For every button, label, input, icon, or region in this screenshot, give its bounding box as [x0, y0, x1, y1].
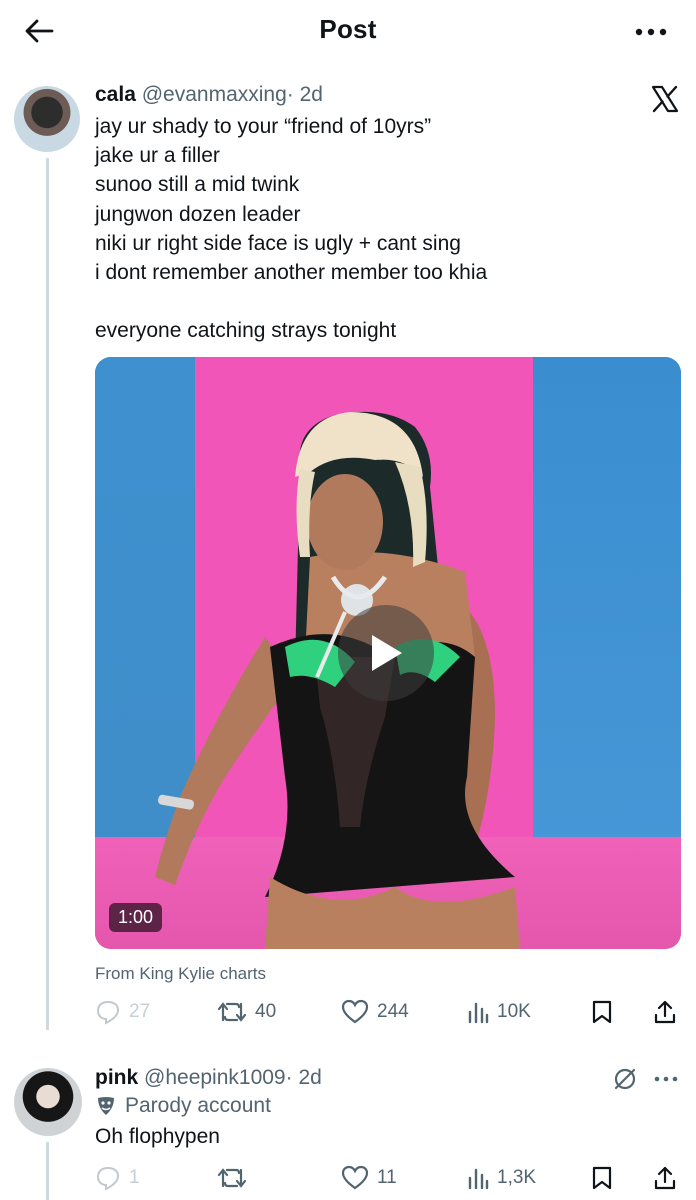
reply-icon — [96, 1166, 120, 1191]
like-count: 244 — [377, 1001, 409, 1022]
share-button[interactable] — [653, 992, 677, 1032]
share-button[interactable] — [653, 1158, 677, 1198]
parody-label-text: Parody account — [125, 1094, 271, 1117]
repost-button[interactable]: 40 — [217, 992, 276, 1032]
reply-button[interactable]: 27 — [95, 992, 150, 1032]
bookmark-icon — [592, 1166, 612, 1190]
more-icon — [635, 28, 667, 36]
reply-icon — [96, 1000, 120, 1025]
bookmark-button[interactable] — [591, 1158, 613, 1198]
parody-mask-icon — [98, 1097, 114, 1115]
views-icon — [468, 1168, 489, 1190]
author-name[interactable]: pink — [95, 1066, 138, 1089]
video-media[interactable]: 1:00 — [95, 357, 681, 949]
reply-count: 27 — [129, 1001, 151, 1022]
repost-count: 40 — [255, 1001, 277, 1022]
author-name[interactable]: cala — [95, 83, 136, 106]
like-button[interactable]: 11 — [341, 1158, 397, 1198]
bookmark-icon — [592, 1000, 612, 1024]
avatar[interactable] — [14, 1068, 82, 1136]
more-icon[interactable] — [654, 1075, 678, 1083]
avatar[interactable] — [14, 86, 80, 152]
views-icon — [468, 1002, 489, 1024]
more-options-button[interactable] — [634, 18, 668, 38]
top-bar: Post — [0, 0, 696, 62]
video-duration: 1:00 — [109, 903, 163, 932]
thread-line — [46, 1142, 49, 1200]
reply-header: pink @heepink1009· 2d — [95, 1066, 322, 1090]
bookmark-button[interactable] — [591, 992, 613, 1032]
play-icon — [372, 635, 402, 671]
share-icon — [654, 1166, 676, 1190]
views-button[interactable]: 1,3K — [467, 1158, 536, 1198]
page-title: Post — [319, 14, 377, 44]
parody-label: Parody account — [95, 1094, 271, 1118]
like-button[interactable]: 244 — [341, 992, 409, 1032]
thread-line — [46, 158, 49, 1030]
author-handle[interactable]: @heepink1009 — [144, 1066, 286, 1089]
post-time: · 2d — [286, 83, 323, 106]
post-actions: 27 40 244 10K — [95, 992, 681, 1032]
post-time: · 2d — [285, 1066, 322, 1089]
x-logo-icon — [651, 85, 679, 113]
views-count: 10K — [497, 1001, 531, 1022]
like-icon — [341, 999, 369, 1024]
play-button[interactable] — [338, 605, 434, 701]
views-button[interactable]: 10K — [467, 992, 531, 1032]
grok-icon[interactable] — [612, 1066, 638, 1092]
like-count: 11 — [377, 1167, 397, 1188]
post-header: cala @evanmaxxing· 2d — [95, 83, 323, 107]
repost-icon — [217, 1168, 247, 1188]
repost-icon — [217, 1002, 247, 1022]
repost-button[interactable] — [217, 1158, 255, 1198]
share-icon — [654, 1000, 676, 1024]
views-count: 1,3K — [497, 1167, 537, 1188]
like-icon — [341, 1165, 369, 1190]
author-handle[interactable]: @evanmaxxing — [142, 83, 287, 106]
reply-button[interactable]: 1 — [95, 1158, 140, 1198]
reply-text: Oh flophypen — [95, 1125, 220, 1148]
reply-actions: 1 11 1,3K — [95, 1158, 681, 1198]
post-text: jay ur shady to your “friend of 10yrs” j… — [95, 115, 488, 343]
from-source[interactable]: From King Kylie charts — [95, 964, 266, 984]
reply-count: 1 — [129, 1167, 140, 1188]
